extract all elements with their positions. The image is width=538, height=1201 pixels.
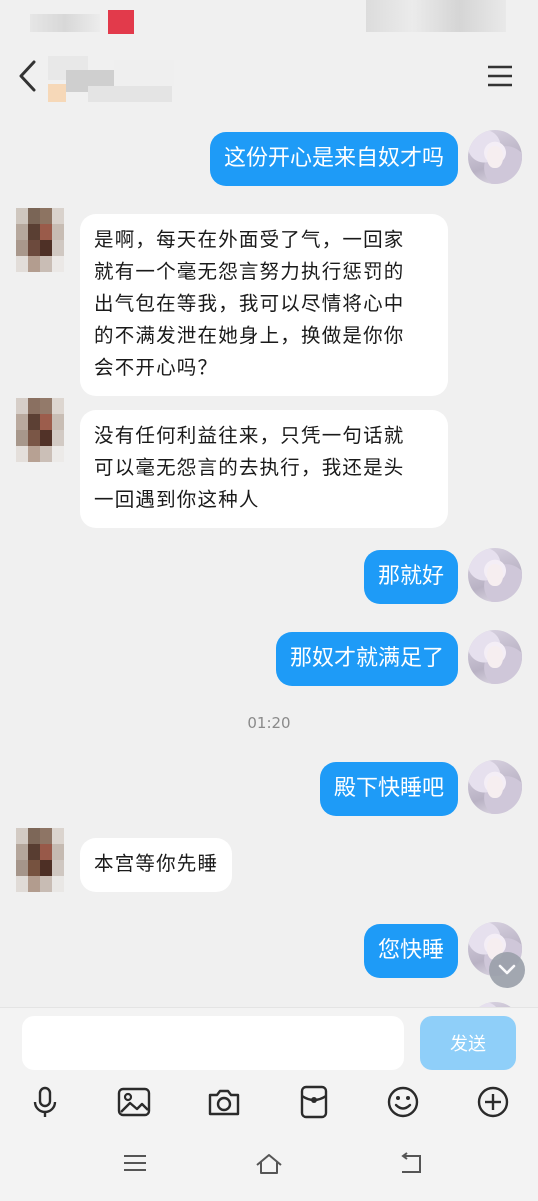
- self-avatar[interactable]: [468, 760, 522, 814]
- message-bubble-other[interactable]: 是啊，每天在外面受了气，一回家 就有一个毫无怨言努力执行惩罚的 出气包在等我，我…: [80, 214, 448, 396]
- message-row-self: 这份开心是来自奴才吗: [0, 130, 538, 190]
- message-bubble-self[interactable]: 殿下快睡吧: [319, 762, 458, 816]
- message-line: 出气包在等我，我可以尽情将心中: [94, 292, 405, 315]
- image-icon[interactable]: [116, 1084, 152, 1120]
- message-row-self: 殿下快睡吧: [0, 760, 538, 820]
- message-bubble-self[interactable]: 那就好: [363, 550, 458, 604]
- send-button[interactable]: 发送: [420, 1016, 516, 1070]
- message-line: 本宫等你先睡: [94, 852, 219, 875]
- contact-avatar-blurred[interactable]: [16, 828, 64, 892]
- message-row-other: 是啊，每天在外面受了气，一回家 就有一个毫无怨言努力执行惩罚的 出气包在等我，我…: [0, 208, 538, 396]
- contact-name-blurred: [48, 50, 188, 102]
- message-line: 会不开心吗？: [94, 356, 219, 379]
- status-bar-notification-icon: [108, 10, 134, 34]
- home-icon[interactable]: [254, 1152, 284, 1176]
- message-row-self: 您快睡: [0, 922, 538, 982]
- message-row-other: 没有任何利益往来，只凭一句话就 可以毫无怨言的去执行，我还是头 一回遇到你这种人: [0, 398, 538, 532]
- input-bar: 发送: [0, 1007, 538, 1201]
- recent-apps-icon[interactable]: [122, 1152, 148, 1174]
- scroll-to-bottom-button[interactable]: [489, 952, 525, 988]
- hamburger-menu-icon[interactable]: [484, 62, 516, 90]
- message-bubble-self[interactable]: 那奴才就满足了: [275, 632, 458, 686]
- status-bar: [0, 0, 538, 40]
- message-line: 是啊，每天在外面受了气，一回家: [94, 228, 405, 251]
- back-icon[interactable]: [398, 1152, 424, 1176]
- status-bar-blur-right: [366, 0, 506, 32]
- message-bubble-self[interactable]: 您快睡: [363, 924, 458, 978]
- message-line: 就有一个毫无怨言努力执行惩罚的: [94, 260, 405, 283]
- message-bubble-self[interactable]: 这份开心是来自奴才吗: [209, 132, 458, 186]
- message-line: 没有任何利益往来，只凭一句话就: [94, 424, 405, 447]
- chat-message-list[interactable]: 这份开心是来自奴才吗 是啊，每天在外面受了气，一回家 就有一个毫无怨言努力执行惩…: [0, 112, 538, 1007]
- back-arrow-icon[interactable]: [14, 58, 44, 94]
- message-bubble-other[interactable]: 没有任何利益往来，只凭一句话就 可以毫无怨言的去执行，我还是头 一回遇到你这种人: [80, 410, 448, 528]
- message-row-other: 本宫等你先睡: [0, 828, 538, 908]
- message-text: 殿下快睡吧: [333, 776, 444, 801]
- message-bubble-other[interactable]: 本宫等你先睡: [80, 838, 233, 892]
- self-avatar[interactable]: [468, 548, 522, 602]
- contact-avatar-blurred[interactable]: [16, 398, 64, 462]
- self-avatar[interactable]: [468, 130, 522, 184]
- message-text: 这份开心是来自奴才吗: [223, 146, 444, 171]
- microphone-icon[interactable]: [27, 1084, 63, 1120]
- chevron-down-icon: [498, 964, 516, 975]
- emoji-icon[interactable]: [385, 1084, 421, 1120]
- message-text: 您快睡: [377, 938, 444, 963]
- message-text: 那就好: [377, 564, 444, 589]
- message-input[interactable]: [22, 1016, 404, 1070]
- message-line: 的不满发泄在她身上，换做是你你: [94, 324, 405, 347]
- message-row-self: 那奴才就满足了: [0, 630, 538, 690]
- chat-header: [0, 40, 538, 112]
- message-text: 那奴才就满足了: [289, 646, 444, 671]
- camera-icon[interactable]: [206, 1084, 242, 1120]
- red-packet-icon[interactable]: [296, 1084, 332, 1120]
- message-row-self: 那就好: [0, 548, 538, 608]
- message-timestamp: 01:20: [247, 714, 291, 732]
- contact-avatar-blurred[interactable]: [16, 208, 64, 272]
- message-line: 可以毫无怨言的去执行，我还是头: [94, 456, 405, 479]
- plus-icon[interactable]: [475, 1084, 511, 1120]
- status-bar-blur-left: [30, 14, 100, 32]
- message-line: 一回遇到你这种人: [94, 488, 260, 511]
- self-avatar[interactable]: [468, 630, 522, 684]
